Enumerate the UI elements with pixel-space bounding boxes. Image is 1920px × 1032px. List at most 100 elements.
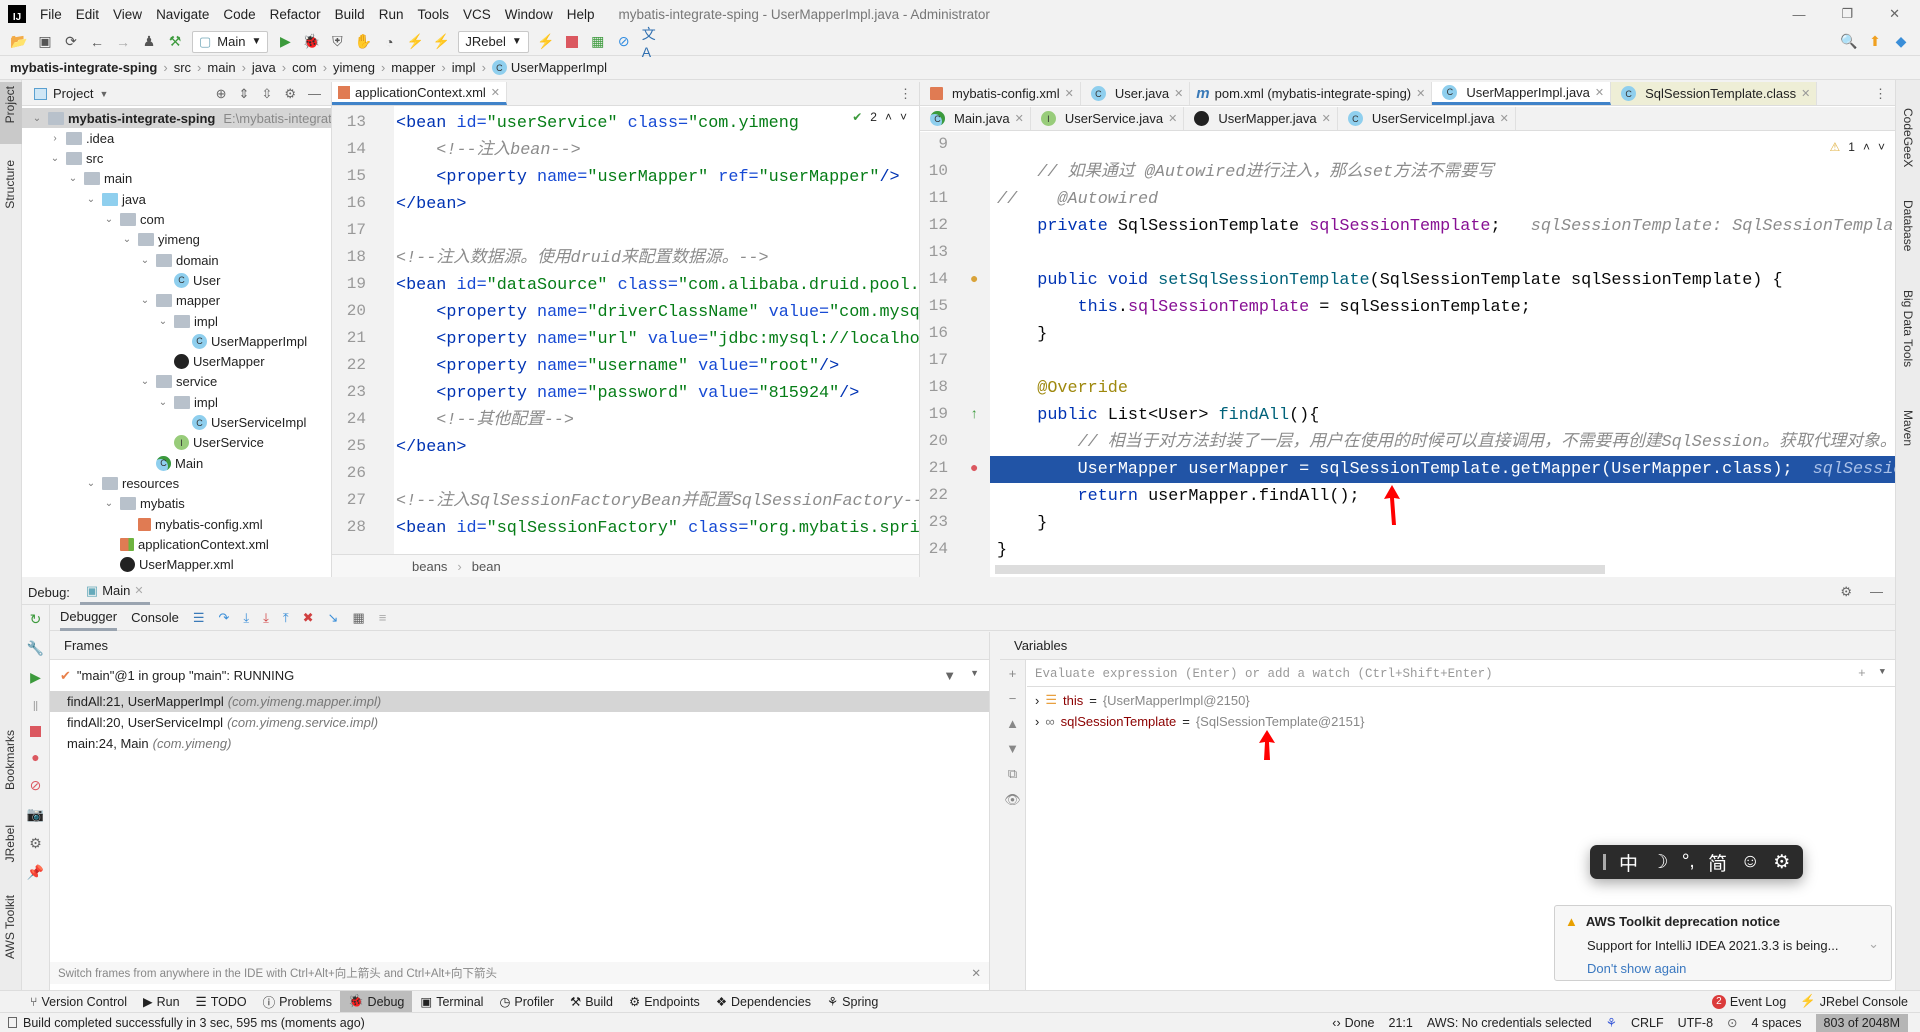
close-tab-icon[interactable]: ✕	[1416, 87, 1425, 100]
implementation-marker-icon[interactable]: ●	[970, 272, 978, 288]
line-number[interactable]: 23	[920, 513, 948, 531]
hide-icon[interactable]: —	[1870, 584, 1883, 600]
ime-button[interactable]: ☽	[1651, 851, 1668, 874]
tool-build[interactable]: ⚒ Build	[562, 991, 621, 1013]
breadcrumb-item[interactable]: yimeng	[333, 60, 375, 75]
line-number[interactable]: 21	[332, 329, 366, 347]
jrebel-run-icon[interactable]: ⚡	[407, 33, 424, 50]
tab-main-java[interactable]: C Main.java ✕	[920, 107, 1031, 130]
line-number[interactable]: 17	[332, 221, 366, 239]
horizontal-scrollbar[interactable]	[995, 565, 1605, 574]
close-tab-icon[interactable]: ✕	[1065, 87, 1074, 100]
menu-code[interactable]: Code	[223, 7, 255, 22]
line-number[interactable]: 24	[920, 540, 948, 558]
copy-icon[interactable]: ⧉	[1008, 766, 1017, 782]
tab-console[interactable]: Console	[131, 610, 179, 625]
camera-icon[interactable]: 📷	[27, 806, 44, 823]
code-line[interactable]: 21 UserMapper userMapper = sqlSessionTem…	[920, 456, 1895, 483]
tree-item[interactable]: ⌄ impl	[156, 392, 218, 412]
tab-pom-xml[interactable]: m pom.xml (mybatis-integrate-sping) ✕	[1190, 82, 1433, 105]
status-message[interactable]: Build completed successfully in 3 sec, 5…	[23, 1016, 365, 1030]
menu-edit[interactable]: Edit	[76, 7, 99, 22]
tree-item[interactable]: ⌄ impl	[156, 311, 218, 331]
code-line[interactable]: 23 }	[920, 510, 1895, 537]
ime-button[interactable]: ☺	[1740, 851, 1759, 873]
variable-row[interactable]: › ☰ this = {UserMapperImpl@2150}	[1035, 690, 1250, 710]
line-number[interactable]: 11	[920, 189, 948, 207]
build-hammer-icon[interactable]: ⚒	[167, 33, 183, 50]
step-into-icon[interactable]: ⤓	[243, 610, 249, 626]
wrench-icon[interactable]: 🔧	[27, 640, 44, 657]
rerun-icon[interactable]: ↻	[30, 611, 42, 628]
structure-tool-button[interactable]: Structure	[3, 160, 17, 209]
ime-button[interactable]: ⚙	[1773, 851, 1790, 874]
more-tabs-icon[interactable]: ⋮	[1866, 82, 1895, 105]
breadcrumb-item[interactable]: UserMapperImpl	[511, 60, 607, 75]
code-line[interactable]: 23 <property name="password" value="8159…	[332, 380, 919, 407]
close-tab-icon[interactable]: ✕	[1801, 87, 1810, 100]
close-hint-icon[interactable]: ✕	[971, 966, 989, 980]
inspection-widget[interactable]: ✔ 2 ˄ ˅	[852, 110, 907, 124]
close-tab-icon[interactable]: ✕	[1168, 112, 1177, 125]
evaluate-icon[interactable]: ▦	[352, 610, 364, 626]
jrebel-dropdown[interactable]: JRebel ▼	[458, 30, 529, 53]
menu-refactor[interactable]: Refactor	[270, 7, 321, 22]
add-watch-icon[interactable]: +	[1858, 667, 1866, 681]
monitor-icon[interactable]: ▦	[590, 33, 606, 50]
run-icon[interactable]: ▶	[277, 33, 293, 50]
vcs-user-icon[interactable]: ♟	[141, 33, 157, 50]
code-line[interactable]: 16 </bean>	[332, 191, 919, 218]
back-icon[interactable]: ←	[89, 34, 105, 50]
breadcrumb-item[interactable]: src	[174, 60, 191, 75]
code-line[interactable]: 27 <!--注入SqlSessionFactoryBean并配置SqlSessi…	[332, 488, 919, 515]
step-over-icon[interactable]: ↷	[218, 610, 229, 626]
line-number[interactable]: 12	[920, 216, 948, 234]
minimize-button[interactable]: —	[1792, 7, 1805, 22]
override-marker-icon[interactable]: ↑	[970, 407, 978, 423]
tool-spring[interactable]: ⚘ Spring	[819, 991, 886, 1013]
tool-todo[interactable]: ☰ TODO	[188, 991, 255, 1013]
caret-position[interactable]: 21:1	[1389, 1016, 1413, 1030]
menu-navigate[interactable]: Navigate	[156, 7, 209, 22]
tree-item[interactable]: mybatis-config.xml	[120, 514, 263, 534]
chevron-down-icon[interactable]: ▼	[970, 668, 979, 683]
tree-item[interactable]: ⌄ src	[48, 149, 104, 169]
variable-row[interactable]: › ∞ sqlSessionTemplate = {SqlSessionTemplate…	[1035, 711, 1364, 731]
code-line[interactable]: 10 // 如果通过 @Autowired进行注入，那么set方法不需要写	[920, 159, 1895, 186]
line-number[interactable]: 22	[332, 356, 366, 374]
code-line[interactable]: 22 return userMapper.findAll();	[920, 483, 1895, 510]
chevron-down-icon[interactable]: ⌄	[102, 498, 116, 509]
profiler-icon[interactable]: ◔	[381, 34, 397, 50]
tab-user-java[interactable]: C User.java ✕	[1081, 82, 1191, 105]
menu-build[interactable]: Build	[335, 7, 365, 22]
breadcrumb-item[interactable]: main	[207, 60, 235, 75]
tab-sqlsessiontemplate-class[interactable]: C SqlSessionTemplate.class ✕	[1611, 82, 1818, 105]
codegeex-status[interactable]: ‹› Done	[1332, 1016, 1374, 1030]
code-line[interactable]: 19 public List<User> findAll(){	[920, 402, 1895, 429]
breadcrumb-item[interactable]: impl	[452, 60, 476, 75]
code-line[interactable]: 15 this.sqlSessionTemplate = sqlSessionT…	[920, 294, 1895, 321]
code-line[interactable]: 14 public void setSqlSessionTemplate(Sql…	[920, 267, 1895, 294]
tree-item[interactable]: ⌄ java	[84, 189, 146, 209]
jrebel-update-icon[interactable]: ⚡	[537, 33, 554, 50]
tree-item[interactable]: C Main	[138, 453, 203, 473]
pin-icon[interactable]: 📌	[27, 864, 44, 881]
jrebel-console-button[interactable]: ⚡ JRebel Console	[1800, 994, 1908, 1009]
stack-frame[interactable]: main:24, Main (com.yimeng)	[50, 733, 989, 754]
close-tab-icon[interactable]: ✕	[1015, 112, 1024, 125]
code-line[interactable]: 13	[920, 240, 1895, 267]
chevron-down-icon[interactable]: ⌄	[102, 214, 116, 225]
code-line[interactable]: 18 @Override	[920, 375, 1895, 402]
line-number[interactable]: 15	[332, 167, 366, 185]
close-tab-icon[interactable]: ✕	[1322, 112, 1331, 125]
file-encoding[interactable]: UTF-8	[1678, 1016, 1713, 1030]
tree-item[interactable]: UserMapper.xml	[102, 555, 234, 575]
tool-profiler[interactable]: ◷ Profiler	[491, 991, 562, 1013]
breadcrumb-item[interactable]: com	[292, 60, 317, 75]
search-icon[interactable]: 🔍	[1840, 33, 1857, 50]
chevron-down-icon[interactable]: ▼	[1880, 667, 1885, 681]
line-number[interactable]: 14	[332, 140, 366, 158]
attach-icon[interactable]: ✋	[355, 33, 372, 50]
code-line[interactable]: 26	[332, 461, 919, 488]
line-number[interactable]: 23	[332, 383, 366, 401]
